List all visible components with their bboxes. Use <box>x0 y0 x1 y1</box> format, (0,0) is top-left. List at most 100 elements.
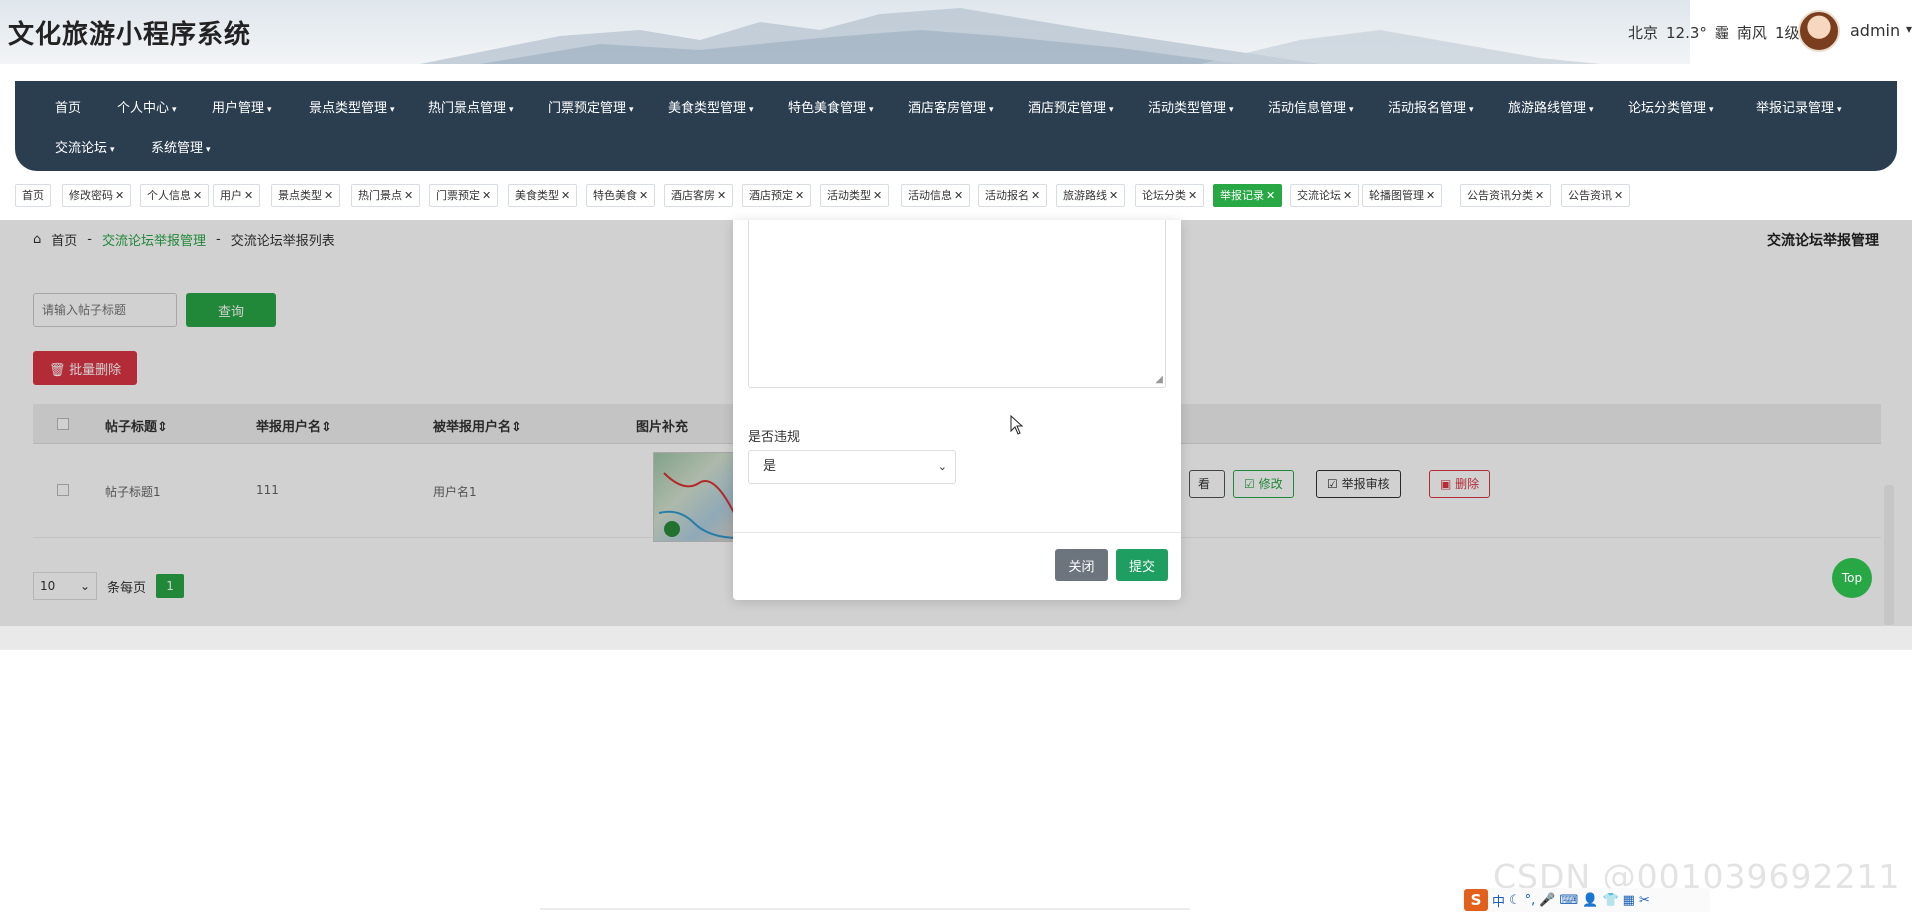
chevron-down-icon: ▾ <box>1229 105 1234 115</box>
nav-item-10[interactable]: 活动类型管理 ▾ <box>1148 97 1234 116</box>
user-name[interactable]: admin <box>1850 21 1900 40</box>
tab-16[interactable]: 举报记录 ✕ <box>1213 184 1283 207</box>
backdrop-edge <box>0 626 1912 650</box>
chevron-down-icon: ▾ <box>749 105 754 115</box>
nav-item-15[interactable]: 举报记录管理 ▾ <box>1756 97 1842 116</box>
close-icon[interactable]: ✕ <box>1535 189 1544 202</box>
tab-10[interactable]: 酒店预定 ✕ <box>742 184 812 207</box>
nav-item-0[interactable]: 首页 <box>55 97 81 116</box>
chevron-down-icon: ⌄ <box>937 460 947 473</box>
close-icon[interactable]: ✕ <box>639 189 648 202</box>
app-title: 文化旅游小程序系统 <box>8 20 252 50</box>
chevron-down-icon: ▾ <box>1837 105 1842 115</box>
chevron-down-icon: ▾ <box>1709 105 1714 115</box>
nav-item-4[interactable]: 热门景点管理 ▾ <box>428 97 514 116</box>
nav-item-17[interactable]: 系统管理 ▾ <box>151 137 211 156</box>
tab-19[interactable]: 公告资讯分类 ✕ <box>1460 184 1552 207</box>
avatar[interactable] <box>1798 10 1840 52</box>
chevron-down-icon: ▾ <box>172 105 177 115</box>
user-icon[interactable]: 👤 <box>1582 893 1598 908</box>
main-nav: 首页 个人中心 ▾ 用户管理 ▾ 景点类型管理 ▾ 热门景点管理 ▾ 门票预定管理 ▾ 美食类型管理 ▾… <box>15 81 1897 171</box>
close-icon[interactable]: ✕ <box>1188 189 1197 202</box>
close-icon[interactable]: ✕ <box>954 189 963 202</box>
nav-item-7[interactable]: 特色美食管理 ▾ <box>788 97 874 116</box>
close-icon[interactable]: ✕ <box>193 189 202 202</box>
review-modal: ◢ 是否违规 是 ⌄ 关闭 提交 <box>733 220 1181 600</box>
tab-7[interactable]: 美食类型 ✕ <box>508 184 578 207</box>
grid-icon[interactable]: ▦ <box>1623 893 1635 908</box>
nav-item-12[interactable]: 活动报名管理 ▾ <box>1388 97 1474 116</box>
scrollbar[interactable] <box>1884 485 1894 625</box>
close-icon[interactable]: ✕ <box>1426 189 1435 202</box>
tab-13[interactable]: 活动报名 ✕ <box>978 184 1048 207</box>
shirt-icon[interactable]: 👕 <box>1602 893 1618 908</box>
ime-toolbar[interactable]: S 中 ☾ °, 🎤 ⌨ 👤 👕 ▦ ✂ <box>1462 888 1710 912</box>
weather-city: 北京 <box>1628 24 1659 42</box>
chevron-down-icon: ▾ <box>989 105 994 115</box>
nav-item-14[interactable]: 论坛分类管理 ▾ <box>1628 97 1714 116</box>
close-icon[interactable]: ✕ <box>561 189 570 202</box>
nav-item-3[interactable]: 景点类型管理 ▾ <box>309 97 395 116</box>
weather-widget: 北京 12.3° 霾 南风 1级 <box>1628 22 1799 43</box>
close-icon[interactable]: ✕ <box>1614 189 1623 202</box>
tool-icon[interactable]: ✂ <box>1639 893 1650 908</box>
nav-item-11[interactable]: 活动信息管理 ▾ <box>1268 97 1354 116</box>
tab-2[interactable]: 个人信息 ✕ <box>140 184 210 207</box>
punctuation-icon[interactable]: °, <box>1525 893 1536 908</box>
violation-select[interactable]: 是 ⌄ <box>748 450 956 484</box>
resize-handle-icon[interactable]: ◢ <box>1155 374 1163 385</box>
moon-icon[interactable]: ☾ <box>1509 893 1521 908</box>
tab-8[interactable]: 特色美食 ✕ <box>586 184 656 207</box>
close-icon[interactable]: ✕ <box>873 189 882 202</box>
keyboard-icon[interactable]: ⌨ <box>1560 893 1579 908</box>
tab-6[interactable]: 门票预定 ✕ <box>429 184 499 207</box>
nav-item-16[interactable]: 交流论坛 ▾ <box>55 137 115 156</box>
chevron-down-icon: ▾ <box>267 105 272 115</box>
close-button[interactable]: 关闭 <box>1055 549 1108 581</box>
nav-item-8[interactable]: 酒店客房管理 ▾ <box>908 97 994 116</box>
nav-item-13[interactable]: 旅游路线管理 ▾ <box>1508 97 1594 116</box>
tab-3[interactable]: 用户 ✕ <box>213 184 261 207</box>
ime-logo-icon[interactable]: S <box>1464 889 1488 911</box>
tab-9[interactable]: 酒店客房 ✕ <box>664 184 734 207</box>
tab-0[interactable]: 首页 <box>15 184 51 207</box>
tab-5[interactable]: 热门景点 ✕ <box>351 184 421 207</box>
tab-1[interactable]: 修改密码 ✕ <box>62 184 132 207</box>
chevron-down-icon: ▾ <box>1349 105 1354 115</box>
close-icon[interactable]: ✕ <box>1266 189 1275 202</box>
close-icon[interactable]: ✕ <box>404 189 413 202</box>
nav-item-6[interactable]: 美食类型管理 ▾ <box>668 97 754 116</box>
back-to-top-button[interactable]: Top <box>1832 558 1872 598</box>
nav-item-1[interactable]: 个人中心 ▾ <box>117 97 177 116</box>
close-icon[interactable]: ✕ <box>1343 189 1352 202</box>
close-icon[interactable]: ✕ <box>1031 189 1040 202</box>
close-icon[interactable]: ✕ <box>115 189 124 202</box>
modal-divider <box>733 532 1181 533</box>
tab-18[interactable]: 轮播图管理 ✕ <box>1362 184 1443 207</box>
tab-15[interactable]: 论坛分类 ✕ <box>1135 184 1205 207</box>
nav-item-5[interactable]: 门票预定管理 ▾ <box>548 97 634 116</box>
close-icon[interactable]: ✕ <box>717 189 726 202</box>
close-icon[interactable]: ✕ <box>324 189 333 202</box>
chevron-down-icon: ▾ <box>1109 105 1114 115</box>
remark-textarea[interactable]: ◢ <box>748 220 1166 388</box>
tab-20[interactable]: 公告资讯 ✕ <box>1561 184 1631 207</box>
microphone-icon[interactable]: 🎤 <box>1539 893 1555 908</box>
ime-mode[interactable]: 中 <box>1492 891 1505 910</box>
tab-17[interactable]: 交流论坛 ✕ <box>1290 184 1360 207</box>
chevron-down-icon: ▾ <box>390 105 395 115</box>
tab-11[interactable]: 活动类型 ✕ <box>820 184 890 207</box>
tab-14[interactable]: 旅游路线 ✕ <box>1056 184 1126 207</box>
chevron-down-icon: ▾ <box>110 145 115 155</box>
nav-item-9[interactable]: 酒店预定管理 ▾ <box>1028 97 1114 116</box>
close-icon[interactable]: ✕ <box>244 189 253 202</box>
nav-item-2[interactable]: 用户管理 ▾ <box>212 97 272 116</box>
close-icon[interactable]: ✕ <box>1109 189 1118 202</box>
submit-button[interactable]: 提交 <box>1116 549 1168 581</box>
chevron-down-icon[interactable]: ▾ <box>1906 22 1912 36</box>
tab-4[interactable]: 景点类型 ✕ <box>271 184 341 207</box>
tab-12[interactable]: 活动信息 ✕ <box>901 184 971 207</box>
close-icon[interactable]: ✕ <box>482 189 491 202</box>
close-icon[interactable]: ✕ <box>795 189 804 202</box>
tab-bar: 首页 修改密码 ✕ 个人信息 ✕ 用户 ✕ 景点类型 ✕ 热门景点 ✕ 门票预定 ✕ 美食类型 ✕ 特色美食 ✕… <box>15 184 1897 208</box>
